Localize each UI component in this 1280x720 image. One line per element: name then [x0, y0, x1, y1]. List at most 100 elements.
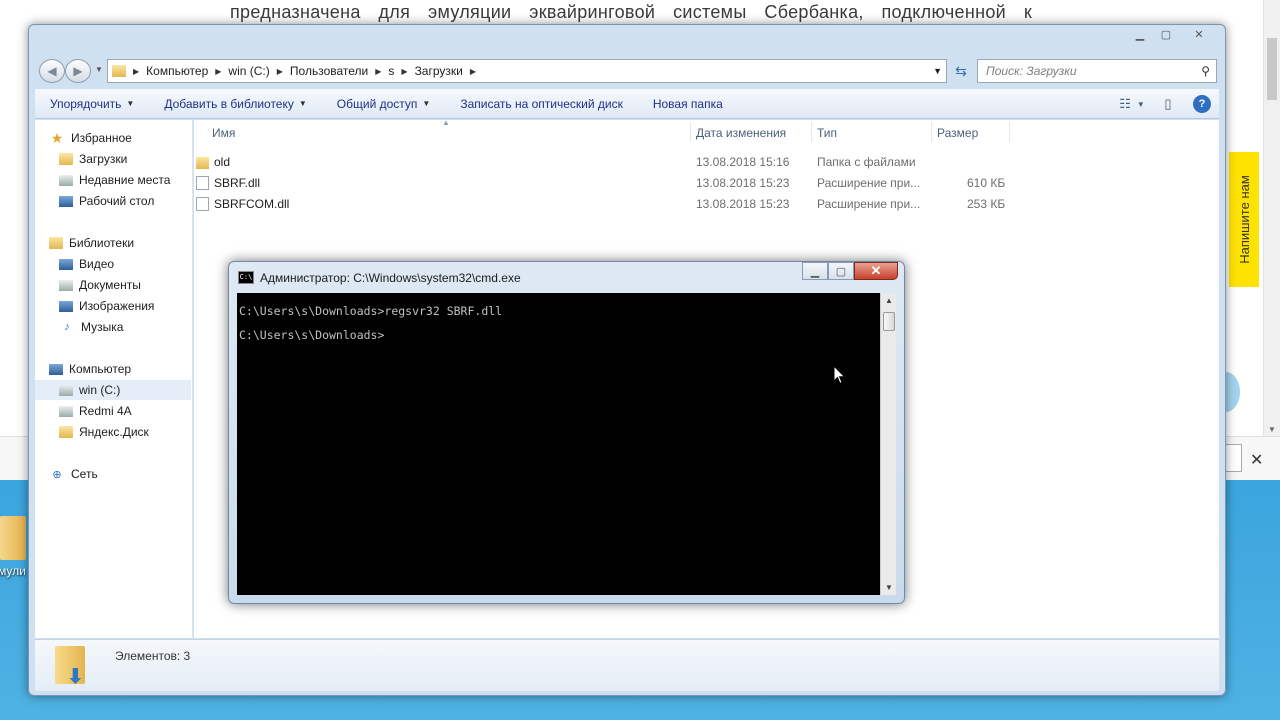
nav-images[interactable]: Изображения [59, 296, 215, 316]
phone-icon [59, 405, 73, 417]
navigation-pane: ★ Избранное Загрузки Недавние места Рабоч… [35, 120, 193, 638]
page-scrollbar[interactable]: ▼ [1263, 0, 1280, 436]
feedback-tab[interactable]: Напишите нам [1229, 152, 1259, 287]
desktop-shortcut-label: мули [0, 564, 26, 578]
search-icon[interactable]: ⚲ [1201, 64, 1210, 78]
address-bar[interactable]: ▶ Компьютер ▶ win (C:) ▶ Пользователи ▶ … [107, 59, 947, 83]
sort-ascending-icon: ▲ [442, 118, 450, 127]
forward-button[interactable]: ▶ [65, 59, 91, 83]
breadcrumb-chevron-icon[interactable]: ▶ [401, 67, 407, 76]
file-name: SBRF.dll [214, 176, 261, 190]
add-to-library-button[interactable]: Добавить в библиотеку ▼ [149, 97, 321, 111]
preview-pane-icon[interactable]: ▯ [1157, 93, 1179, 115]
downloads-folder-icon: ⬇ [55, 646, 85, 688]
file-size: 253 КБ [967, 197, 1006, 211]
nav-downloads[interactable]: Загрузки [59, 149, 215, 169]
command-bar: Упорядочить ▼ Добавить в библиотеку ▼ Общи… [35, 89, 1219, 119]
window-controls: ▁ ▢ ✕ [802, 262, 898, 280]
console-output[interactable]: C:\Users\s\Downloads>regsvr32 SBRF.dll C… [237, 293, 880, 595]
maximize-button[interactable]: ▢ [828, 262, 854, 280]
chevron-down-icon[interactable]: ▼ [933, 66, 942, 76]
item-count: Элементов: 3 [115, 649, 191, 663]
images-icon [59, 300, 73, 312]
folder-icon [59, 153, 73, 165]
nav-music[interactable]: ♪ Музыка [59, 317, 215, 337]
help-icon[interactable]: ? [1193, 95, 1211, 113]
dll-file-icon [196, 197, 209, 211]
maximize-button[interactable]: ▢ [1153, 25, 1179, 44]
nav-redmi[interactable]: Redmi 4A [59, 401, 215, 421]
downloads-folder-icon [112, 65, 126, 77]
minimize-button[interactable]: ▁ [1127, 25, 1153, 44]
file-size: 610 КБ [967, 176, 1006, 190]
breadcrumb-computer[interactable]: Компьютер [146, 64, 208, 78]
cmd-window: C:\ Администратор: C:\Windows\system32\c… [228, 261, 905, 604]
breadcrumb-chevron-icon[interactable]: ▶ [470, 67, 476, 76]
folder-icon [0, 516, 26, 560]
breadcrumb-drive[interactable]: win (C:) [228, 64, 269, 78]
video-icon [59, 258, 73, 270]
desktop-icon [59, 195, 73, 207]
file-row[interactable]: SBRF.dll 13.08.2018 15:23 Расширение при… [194, 173, 1034, 193]
share-button[interactable]: Общий доступ ▼ [322, 97, 446, 111]
scrollbar-thumb[interactable] [883, 312, 895, 331]
file-type: Расширение при... [817, 176, 921, 190]
window-controls: ▁ ▢ ✕ [1127, 25, 1219, 44]
back-button[interactable]: ◀ [39, 59, 65, 83]
file-row[interactable]: old 13.08.2018 15:16 Папка с файлами [194, 152, 1034, 172]
breadcrumb-users[interactable]: Пользователи [290, 64, 368, 78]
folder-icon [196, 157, 209, 169]
view-controls: ☷ ▼ ▯ ? [1119, 93, 1211, 115]
nav-desktop[interactable]: Рабочий стол [59, 191, 215, 211]
documents-icon [59, 279, 73, 291]
minimize-button[interactable]: ▁ [802, 262, 828, 280]
nav-favorites[interactable]: ★ Избранное [49, 128, 205, 148]
console-scrollbar[interactable]: ▲ ▼ [880, 293, 896, 595]
recent-pages-icon[interactable]: ▼ [95, 65, 103, 74]
scroll-up-icon[interactable]: ▲ [885, 296, 893, 305]
column-date[interactable]: Дата изменения [696, 126, 786, 140]
organize-button[interactable]: Упорядочить ▼ [35, 97, 149, 111]
column-size[interactable]: Размер [937, 126, 978, 140]
breadcrumb-chevron-icon[interactable]: ▶ [277, 67, 283, 76]
new-folder-button[interactable]: Новая папка [638, 97, 738, 111]
nav-libraries[interactable]: Библиотеки [49, 233, 205, 253]
status-bar: ⬇ Элементов: 3 [35, 639, 1219, 691]
nav-documents[interactable]: Документы [59, 275, 215, 295]
nav-yandex-disk[interactable]: Яндекс.Диск [59, 422, 215, 442]
scrollbar-thumb[interactable] [1267, 38, 1277, 100]
file-date: 13.08.2018 15:16 [696, 155, 790, 169]
close-button[interactable]: ✕ [1179, 25, 1219, 44]
drive-icon [59, 384, 73, 396]
breadcrumb-downloads[interactable]: Загрузки [415, 64, 463, 78]
refresh-icon[interactable]: ⇆ [949, 59, 973, 83]
burn-button[interactable]: Записать на оптический диск [445, 97, 638, 111]
file-row[interactable]: SBRFCOM.dll 13.08.2018 15:23 Расширение … [194, 194, 1034, 214]
nav-computer[interactable]: Компьютер [49, 359, 205, 379]
nav-drive-c[interactable]: win (C:) [35, 380, 191, 400]
breadcrumb-user[interactable]: s [388, 64, 394, 78]
file-type: Расширение при... [817, 197, 921, 211]
search-input[interactable]: Поиск: Загрузки ⚲ [977, 59, 1217, 83]
close-button[interactable]: ✕ [854, 262, 898, 280]
column-headers: ▲ Имя Дата изменения Тип Размер [194, 118, 1014, 144]
address-row: ◀ ▶ ▼ ▶ Компьютер ▶ win (C:) ▶ Пользоват… [37, 57, 1217, 85]
breadcrumb-chevron-icon[interactable]: ▶ [215, 67, 221, 76]
console-line: C:\Users\s\Downloads>regsvr32 SBRF.dll [239, 304, 503, 318]
chevron-down-icon: ▼ [298, 99, 307, 108]
nav-video[interactable]: Видео [59, 254, 215, 274]
nav-network[interactable]: ⊕ Сеть [49, 464, 205, 484]
view-options-icon[interactable]: ☷ ▼ [1119, 93, 1145, 115]
desktop-shortcut[interactable]: мули [0, 512, 28, 582]
scroll-down-icon[interactable]: ▼ [885, 583, 893, 592]
scroll-down-icon[interactable]: ▼ [1268, 425, 1276, 434]
folder-icon [59, 426, 73, 438]
column-name[interactable]: Имя [212, 126, 235, 140]
music-icon: ♪ [64, 321, 70, 333]
close-icon[interactable]: ✕ [1250, 450, 1263, 470]
column-type[interactable]: Тип [817, 126, 837, 140]
file-name: SBRFCOM.dll [214, 197, 290, 211]
breadcrumb-chevron-icon[interactable]: ▶ [133, 67, 139, 76]
nav-recent[interactable]: Недавние места [59, 170, 215, 190]
breadcrumb-chevron-icon[interactable]: ▶ [375, 67, 381, 76]
